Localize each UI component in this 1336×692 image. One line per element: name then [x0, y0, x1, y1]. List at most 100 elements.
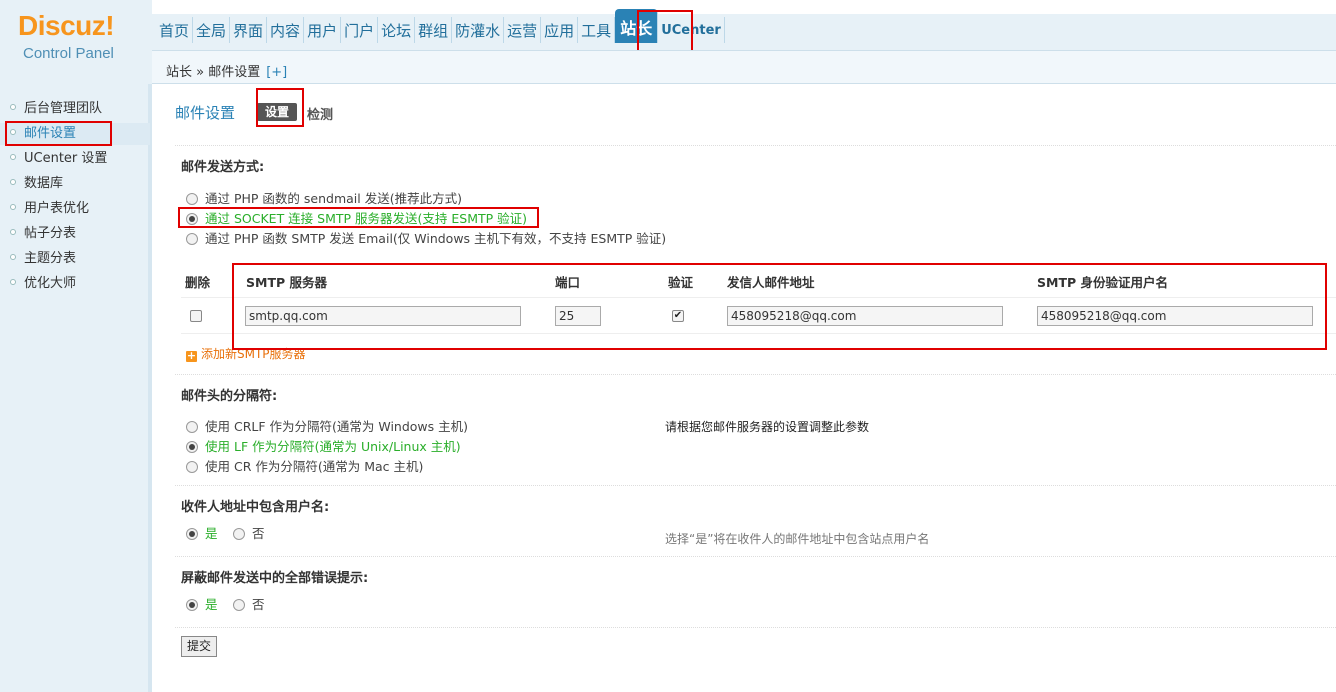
- radio-icon: [233, 599, 245, 611]
- col-header-auth-user: SMTP 身份验证用户名: [1037, 275, 1168, 290]
- main-nav: 首页 全局 界面 内容 用户 门户 论坛 群组 防灌水 运营 应用 工具 站长 …: [156, 9, 725, 45]
- sidebar-item-label: 帖子分表: [24, 226, 77, 241]
- option-label: 否: [252, 597, 265, 612]
- from-address-input[interactable]: 458095218@qq.com: [727, 306, 1003, 326]
- separator-title: 邮件头的分隔符:: [181, 389, 278, 404]
- radio-selected-icon: [186, 441, 198, 453]
- silent-errors-no[interactable]: 否: [233, 596, 265, 614]
- sidebar-item-member-optimize[interactable]: 用户表优化: [10, 198, 89, 220]
- sidebar-item-thread-split[interactable]: 主题分表: [10, 248, 76, 270]
- col-header-server: SMTP 服务器: [246, 275, 327, 290]
- col-header-delete: 删除: [185, 275, 211, 290]
- mail-method-option-php-smtp[interactable]: 通过 PHP 函数 SMTP 发送 Email(仅 Windows 主机下有效，…: [186, 230, 666, 248]
- main-content: 邮件设置 设置 检测 邮件发送方式: 通过 PHP 函数的 sendmail 发…: [162, 84, 1336, 692]
- nav-forum[interactable]: 论坛: [378, 17, 416, 43]
- nav-content[interactable]: 内容: [267, 17, 305, 43]
- nav-ucenter[interactable]: UCenter: [658, 17, 725, 43]
- sidebar-item-optimizer[interactable]: 优化大师: [10, 273, 76, 295]
- sidebar-item-post-split[interactable]: 帖子分表: [10, 223, 76, 245]
- separator-tip: 请根据您邮件服务器的设置调整此参数: [665, 420, 870, 434]
- top-strip: [152, 0, 1336, 14]
- logo-subtitle: Control Panel: [23, 45, 114, 62]
- tab-settings[interactable]: 设置: [257, 103, 297, 121]
- sidebar-item-label: 邮件设置: [24, 126, 77, 141]
- radio-icon: [186, 461, 198, 473]
- add-smtp-label: 添加新SMTP服务器: [201, 347, 306, 361]
- col-header-port: 端口: [555, 275, 581, 290]
- smtp-server-input[interactable]: smtp.qq.com: [245, 306, 521, 326]
- radio-icon: [233, 528, 245, 540]
- separator-option-lf[interactable]: 使用 LF 作为分隔符(通常为 Unix/Linux 主机): [186, 438, 461, 456]
- option-label: 通过 PHP 函数的 sendmail 发送(推荐此方式): [205, 191, 462, 206]
- breadcrumb: 站长 » 邮件设置 [+]: [166, 61, 287, 80]
- option-label: 使用 CR 作为分隔符(通常为 Mac 主机): [205, 459, 424, 474]
- divider: [175, 485, 1336, 486]
- option-label: 使用 LF 作为分隔符(通常为 Unix/Linux 主机): [205, 439, 461, 454]
- silent-errors-title: 屏蔽邮件发送中的全部错误提示:: [181, 571, 369, 586]
- sidebar-item-ucenter[interactable]: UCenter 设置: [10, 148, 107, 170]
- breadcrumb-expand-button[interactable]: [+]: [266, 65, 287, 80]
- include-username-title: 收件人地址中包含用户名:: [181, 500, 330, 515]
- smtp-port-input[interactable]: 25: [555, 306, 601, 326]
- logo[interactable]: Discuz! Control Panel: [0, 0, 152, 84]
- nav-tools[interactable]: 工具: [578, 17, 616, 43]
- bullet-icon: [10, 204, 16, 210]
- mail-method-title: 邮件发送方式:: [181, 160, 265, 175]
- bullet-icon: [10, 104, 16, 110]
- sidebar-item-label: 数据库: [24, 176, 64, 191]
- mail-method-option-sendmail[interactable]: 通过 PHP 函数的 sendmail 发送(推荐此方式): [186, 190, 462, 208]
- add-icon: +: [186, 349, 197, 362]
- bullet-icon: [10, 254, 16, 260]
- divider: [175, 556, 1336, 557]
- tab-check[interactable]: 检测: [307, 104, 333, 123]
- nav-founder[interactable]: 站长: [615, 9, 659, 43]
- auth-checkbox[interactable]: ✔: [672, 310, 684, 322]
- bullet-icon: [10, 154, 16, 160]
- nav-global[interactable]: 全局: [193, 17, 231, 43]
- option-label: 是: [205, 526, 218, 541]
- bullet-icon: [10, 179, 16, 185]
- breadcrumb-bar: 站长 » 邮件设置 [+]: [152, 50, 1336, 84]
- divider: [181, 297, 1336, 298]
- check-icon: ✔: [673, 310, 683, 321]
- sidebar-item-label: 后台管理团队: [24, 101, 103, 116]
- sidebar-item-admin-team[interactable]: 后台管理团队: [10, 98, 102, 120]
- add-smtp-server-link[interactable]: + 添加新SMTP服务器: [186, 345, 306, 362]
- separator-option-crlf[interactable]: 使用 CRLF 作为分隔符(通常为 Windows 主机): [186, 418, 468, 436]
- sidebar-item-database[interactable]: 数据库: [10, 173, 63, 195]
- col-header-auth: 验证: [668, 275, 694, 290]
- col-header-from: 发信人邮件地址: [727, 275, 815, 290]
- nav-plugin[interactable]: 应用: [541, 17, 579, 43]
- nav-portal[interactable]: 门户: [341, 17, 379, 43]
- sidebar-item-mail[interactable]: 邮件设置: [0, 123, 150, 145]
- sidebar-item-label: 主题分表: [24, 251, 77, 266]
- include-username-yes[interactable]: 是: [186, 525, 218, 543]
- mail-method-option-socket[interactable]: 通过 SOCKET 连接 SMTP 服务器发送(支持 ESMTP 验证): [186, 210, 527, 228]
- nav-antispam[interactable]: 防灌水: [452, 17, 505, 43]
- nav-user[interactable]: 用户: [304, 17, 342, 43]
- option-label: 否: [252, 526, 265, 541]
- bullet-icon: [10, 229, 16, 235]
- include-username-no[interactable]: 否: [233, 525, 265, 543]
- nav-group[interactable]: 群组: [415, 17, 453, 43]
- nav-operation[interactable]: 运营: [504, 17, 542, 43]
- divider: [175, 374, 1336, 375]
- divider: [181, 333, 1336, 334]
- separator-option-cr[interactable]: 使用 CR 作为分隔符(通常为 Mac 主机): [186, 458, 423, 476]
- option-label: 通过 SOCKET 连接 SMTP 服务器发送(支持 ESMTP 验证): [205, 211, 528, 226]
- radio-icon: [186, 421, 198, 433]
- auth-username-input[interactable]: 458095218@qq.com: [1037, 306, 1313, 326]
- radio-selected-icon: [186, 599, 198, 611]
- option-label: 通过 PHP 函数 SMTP 发送 Email(仅 Windows 主机下有效，…: [205, 231, 667, 246]
- nav-style[interactable]: 界面: [230, 17, 268, 43]
- include-username-tip: 选择“是”将在收件人的邮件地址中包含站点用户名: [665, 532, 930, 546]
- silent-errors-yes[interactable]: 是: [186, 596, 218, 614]
- radio-icon: [186, 233, 198, 245]
- radio-icon: [186, 193, 198, 205]
- page-title: 邮件设置: [175, 104, 236, 122]
- sidebar: 后台管理团队 邮件设置 UCenter 设置 数据库 用户表优化 帖子分表 主题…: [0, 84, 152, 692]
- nav-home[interactable]: 首页: [156, 17, 194, 43]
- radio-selected-icon: [186, 213, 198, 225]
- delete-checkbox[interactable]: [190, 310, 202, 322]
- submit-button[interactable]: 提交: [181, 636, 217, 657]
